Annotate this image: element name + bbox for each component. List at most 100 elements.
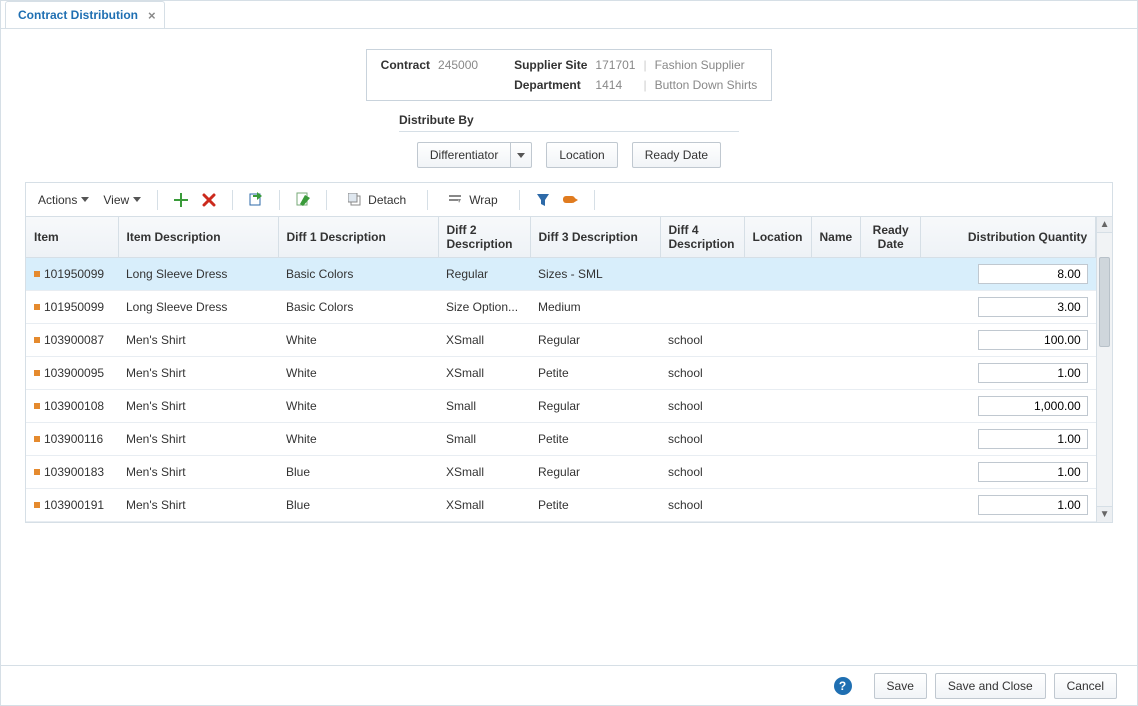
view-menu[interactable]: View <box>99 189 145 211</box>
diff1-description: Blue <box>278 456 438 489</box>
item-number: 103900116 <box>44 432 103 446</box>
distribution-quantity-input[interactable] <box>978 264 1088 284</box>
item-marker-icon <box>34 502 40 508</box>
ready-date-cell <box>861 423 921 456</box>
name-cell <box>811 357 861 390</box>
scroll-thumb[interactable] <box>1099 257 1110 347</box>
table-row[interactable]: 103900095Men's ShirtWhiteXSmallPetitesch… <box>26 357 1096 390</box>
tab-contract-distribution[interactable]: Contract Distribution × <box>5 1 165 28</box>
distribution-quantity-input[interactable] <box>978 330 1088 350</box>
differentiator-button[interactable]: Differentiator <box>417 142 511 168</box>
name-cell <box>811 423 861 456</box>
toolbar-separator <box>232 190 233 210</box>
header-info-area: Contract 245000 Supplier Site 171701 | F… <box>1 29 1137 107</box>
item-cell: 101950099 <box>34 267 110 281</box>
col-ready-date[interactable]: Ready Date <box>861 217 921 258</box>
separator: | <box>643 78 646 92</box>
item-marker-icon <box>34 337 40 343</box>
table-row[interactable]: 103900108Men's ShirtWhiteSmallRegularsch… <box>26 390 1096 423</box>
diff3-description: Sizes - SML <box>530 258 660 291</box>
table-row[interactable]: 101950099Long Sleeve DressBasic ColorsRe… <box>26 258 1096 291</box>
item-marker-icon <box>34 469 40 475</box>
wrap-label: Wrap <box>469 193 497 207</box>
col-diff2[interactable]: Diff 2 Description <box>438 217 530 258</box>
diff1-description: Blue <box>278 489 438 522</box>
distribution-quantity-input[interactable] <box>978 363 1088 383</box>
item-marker-icon <box>34 403 40 409</box>
scroll-up-icon[interactable]: ▲ <box>1097 217 1112 233</box>
item-cell: 103900183 <box>34 465 110 479</box>
item-description: Men's Shirt <box>118 423 278 456</box>
table-row[interactable]: 103900183Men's ShirtBlueXSmallRegularsch… <box>26 456 1096 489</box>
vertical-scrollbar[interactable]: ▲ ▼ <box>1096 217 1112 522</box>
help-icon[interactable]: ? <box>834 677 852 695</box>
separator: | <box>643 58 646 72</box>
actions-label: Actions <box>38 193 77 207</box>
contract-label: Contract <box>381 58 430 72</box>
item-description: Men's Shirt <box>118 456 278 489</box>
ready-date-button[interactable]: Ready Date <box>632 142 721 168</box>
col-location[interactable]: Location <box>744 217 811 258</box>
diff2-description: XSmall <box>438 456 530 489</box>
diff4-description <box>660 258 744 291</box>
header-info-box: Contract 245000 Supplier Site 171701 | F… <box>366 49 773 101</box>
toolbar-separator <box>279 190 280 210</box>
name-cell <box>811 324 861 357</box>
diff4-description: school <box>660 423 744 456</box>
table-row[interactable]: 103900116Men's ShirtWhiteSmallPetitescho… <box>26 423 1096 456</box>
diff1-description: White <box>278 423 438 456</box>
col-diff4[interactable]: Diff 4 Description <box>660 217 744 258</box>
location-button[interactable]: Location <box>546 142 617 168</box>
view-label: View <box>103 193 129 207</box>
add-icon[interactable] <box>170 189 192 211</box>
chevron-down-icon <box>517 153 525 158</box>
distribution-quantity-input[interactable] <box>978 495 1088 515</box>
detach-button[interactable]: Detach <box>339 189 415 211</box>
col-diff3[interactable]: Diff 3 Description <box>530 217 660 258</box>
col-name[interactable]: Name <box>811 217 861 258</box>
distribution-quantity-input[interactable] <box>978 429 1088 449</box>
diff4-description <box>660 291 744 324</box>
filter-icon[interactable] <box>532 189 554 211</box>
col-diff1[interactable]: Diff 1 Description <box>278 217 438 258</box>
grid-header-row: Item Item Description Diff 1 Description… <box>26 217 1096 258</box>
tab-strip: Contract Distribution × <box>1 1 1137 29</box>
diff3-description: Petite <box>530 423 660 456</box>
wrap-button[interactable]: Wrap <box>440 189 506 211</box>
diff1-description: White <box>278 390 438 423</box>
toolbar-separator <box>594 190 595 210</box>
location-cell <box>744 357 811 390</box>
name-cell <box>811 258 861 291</box>
close-icon[interactable]: × <box>148 9 156 22</box>
save-button[interactable]: Save <box>874 673 927 699</box>
item-number: 103900095 <box>44 366 104 380</box>
distribution-quantity-input[interactable] <box>978 297 1088 317</box>
diff2-description: Size Option... <box>438 291 530 324</box>
export-icon[interactable] <box>245 189 267 211</box>
detach-label: Detach <box>368 193 406 207</box>
supplier-site-name: Fashion Supplier <box>655 58 758 72</box>
edit-icon[interactable] <box>292 189 314 211</box>
table-row[interactable]: 103900087Men's ShirtWhiteXSmallRegularsc… <box>26 324 1096 357</box>
location-cell <box>744 291 811 324</box>
differentiator-dropdown[interactable] <box>510 142 532 168</box>
contract-distribution-window: Contract Distribution × Contract 245000 … <box>0 0 1138 706</box>
clear-filter-icon[interactable] <box>560 189 582 211</box>
scroll-down-icon[interactable]: ▼ <box>1097 506 1112 522</box>
col-item-desc[interactable]: Item Description <box>118 217 278 258</box>
distribution-quantity-input[interactable] <box>978 396 1088 416</box>
col-item[interactable]: Item <box>26 217 118 258</box>
delete-icon[interactable] <box>198 189 220 211</box>
wrap-icon <box>449 194 463 206</box>
contract-value: 245000 <box>438 58 478 72</box>
item-description: Men's Shirt <box>118 489 278 522</box>
distribution-grid[interactable]: Item Item Description Diff 1 Description… <box>26 217 1096 522</box>
col-qty[interactable]: Distribution Quantity <box>921 217 1096 258</box>
save-and-close-button[interactable]: Save and Close <box>935 673 1046 699</box>
table-row[interactable]: 101950099Long Sleeve DressBasic ColorsSi… <box>26 291 1096 324</box>
item-marker-icon <box>34 370 40 376</box>
table-row[interactable]: 103900191Men's ShirtBlueXSmallPetitescho… <box>26 489 1096 522</box>
actions-menu[interactable]: Actions <box>34 189 93 211</box>
cancel-button[interactable]: Cancel <box>1054 673 1117 699</box>
distribution-quantity-input[interactable] <box>978 462 1088 482</box>
